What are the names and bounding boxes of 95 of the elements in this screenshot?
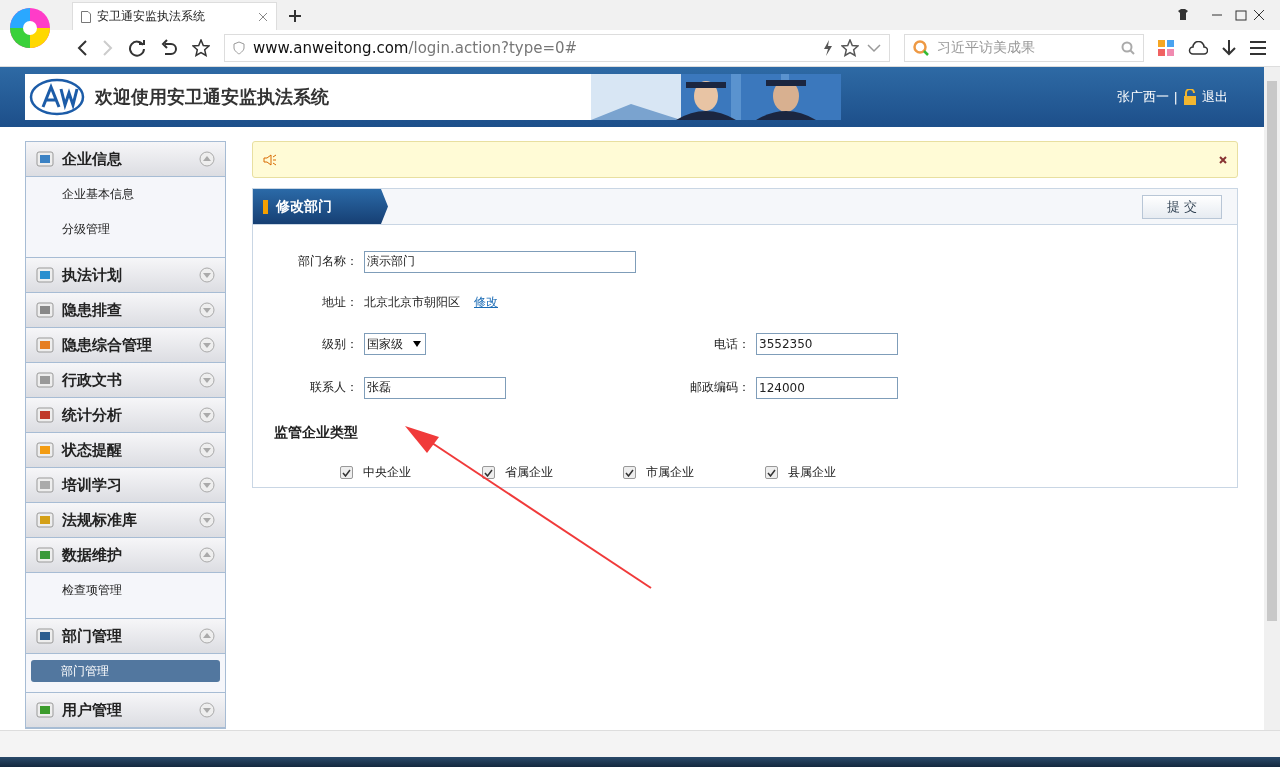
checkbox[interactable] xyxy=(764,466,778,480)
collapse-icon[interactable] xyxy=(199,547,215,563)
module-icon xyxy=(36,547,54,563)
module-icon xyxy=(36,151,54,167)
shield-icon xyxy=(233,41,245,55)
submit-button[interactable]: 提 交 xyxy=(1142,194,1222,219)
menu-section-header[interactable]: 部门管理 xyxy=(26,619,225,654)
module-icon xyxy=(36,477,54,493)
logout-link[interactable]: 退出 xyxy=(1202,88,1228,106)
module-icon xyxy=(36,302,54,318)
dropdown-icon[interactable] xyxy=(867,43,881,53)
menu-section-header[interactable]: 状态提醒 xyxy=(26,433,225,468)
field-label: 级别： xyxy=(321,335,358,353)
edit-link[interactable]: 修改 xyxy=(474,294,498,312)
close-icon[interactable] xyxy=(1219,155,1227,164)
checkbox-label: 市属企业 xyxy=(646,464,694,482)
expand-icon[interactable] xyxy=(199,702,215,718)
undo-icon[interactable] xyxy=(160,39,178,57)
menu-section-header[interactable]: 用户管理 xyxy=(26,693,225,728)
system-title: 欢迎使用安卫通安监执法系统 xyxy=(95,85,330,109)
checkbox-label: 中央企业 xyxy=(363,464,411,482)
forward-icon[interactable] xyxy=(102,40,114,56)
menu-item[interactable]: 分级管理 xyxy=(31,212,220,247)
close-icon[interactable] xyxy=(258,11,268,22)
new-tab-icon[interactable] xyxy=(289,10,301,22)
expand-icon[interactable] xyxy=(199,267,215,283)
checkbox-label: 省属企业 xyxy=(504,464,553,482)
field-label: 部门名称： xyxy=(297,253,358,271)
lock-icon xyxy=(1183,89,1197,105)
module-icon xyxy=(36,702,54,718)
panel-title: 修改部门 xyxy=(253,189,388,224)
cloud-icon[interactable] xyxy=(1188,41,1208,55)
expand-icon[interactable] xyxy=(199,372,215,388)
phone-field[interactable]: 3552350 xyxy=(756,333,898,356)
menu-section-header[interactable]: 隐患排查 xyxy=(26,293,225,328)
module-icon xyxy=(36,512,54,528)
expand-icon[interactable] xyxy=(199,337,215,353)
separator-text: | xyxy=(1173,89,1178,105)
checkbox[interactable] xyxy=(340,466,353,480)
apps-icon[interactable] xyxy=(1158,40,1174,56)
collapse-icon[interactable] xyxy=(199,628,215,644)
module-icon xyxy=(36,267,54,283)
menu-section-header[interactable]: 企业信息 xyxy=(26,142,225,177)
marker-icon xyxy=(263,199,268,214)
checkbox[interactable] xyxy=(623,466,636,480)
field-label: 邮政编码： xyxy=(689,379,750,397)
expand-icon[interactable] xyxy=(199,302,215,318)
menu-section-header[interactable]: 执法计划 xyxy=(26,258,225,293)
expand-icon[interactable] xyxy=(199,407,215,423)
module-icon xyxy=(36,628,54,644)
expand-icon[interactable] xyxy=(199,512,215,528)
menu-item[interactable]: 企业基本信息 xyxy=(31,177,220,212)
caret-icon xyxy=(413,341,421,348)
star-icon[interactable] xyxy=(841,39,859,57)
user-name: 张广西一 xyxy=(1116,88,1169,106)
menu-section-header[interactable]: 统计分析 xyxy=(26,398,225,433)
checkbox[interactable] xyxy=(481,466,495,480)
menu-section-header[interactable]: 隐患综合管理 xyxy=(26,328,225,363)
menu-section-header[interactable]: 行政文书 xyxy=(26,363,225,398)
browser-tab[interactable]: 安卫通安监执法系统 xyxy=(72,2,277,30)
menu-icon[interactable] xyxy=(1250,41,1266,55)
expand-icon[interactable] xyxy=(199,477,215,493)
checkbox-label: 县属企业 xyxy=(787,464,836,482)
module-icon xyxy=(36,442,54,458)
menu-item[interactable]: 部门管理 xyxy=(31,660,220,682)
level-select[interactable]: 国家级 xyxy=(364,333,426,356)
download-icon[interactable] xyxy=(1222,40,1236,56)
module-icon xyxy=(36,372,54,388)
module-icon xyxy=(36,337,54,353)
reload-icon[interactable] xyxy=(128,39,146,57)
section-title: 监管企业类型 xyxy=(274,424,359,443)
field-label: 地址： xyxy=(321,294,358,312)
address-bar[interactable]: www.anweitong.com/login.action?type=0# xyxy=(224,34,890,62)
window-controls-icon[interactable] xyxy=(1176,8,1266,22)
search-engine-icon xyxy=(913,40,929,56)
scrollbar-thumb[interactable] xyxy=(1267,81,1277,621)
search-icon[interactable] xyxy=(1121,41,1135,55)
menu-item[interactable]: 检查项管理 xyxy=(31,573,220,608)
back-icon[interactable] xyxy=(76,40,88,56)
name-field[interactable]: 演示部门 xyxy=(364,250,636,273)
menu-section-header[interactable]: 法规标准库 xyxy=(26,503,225,538)
menu-section-header[interactable]: 培训学习 xyxy=(26,468,225,503)
star-icon[interactable] xyxy=(192,39,210,57)
page-icon xyxy=(81,10,91,23)
expand-icon[interactable] xyxy=(199,442,215,458)
field-label: 电话： xyxy=(713,335,750,353)
address-text: 北京北京市朝阳区 xyxy=(364,294,460,312)
postcode-field[interactable]: 124000 xyxy=(756,376,898,399)
speaker-icon xyxy=(263,153,277,166)
contact-field[interactable]: 张磊 xyxy=(364,376,506,399)
menu-section-header[interactable]: 数据维护 xyxy=(26,538,225,573)
collapse-icon[interactable] xyxy=(199,151,215,167)
lightning-icon[interactable] xyxy=(823,40,833,56)
field-label: 联系人： xyxy=(309,379,358,397)
module-icon xyxy=(36,407,54,423)
